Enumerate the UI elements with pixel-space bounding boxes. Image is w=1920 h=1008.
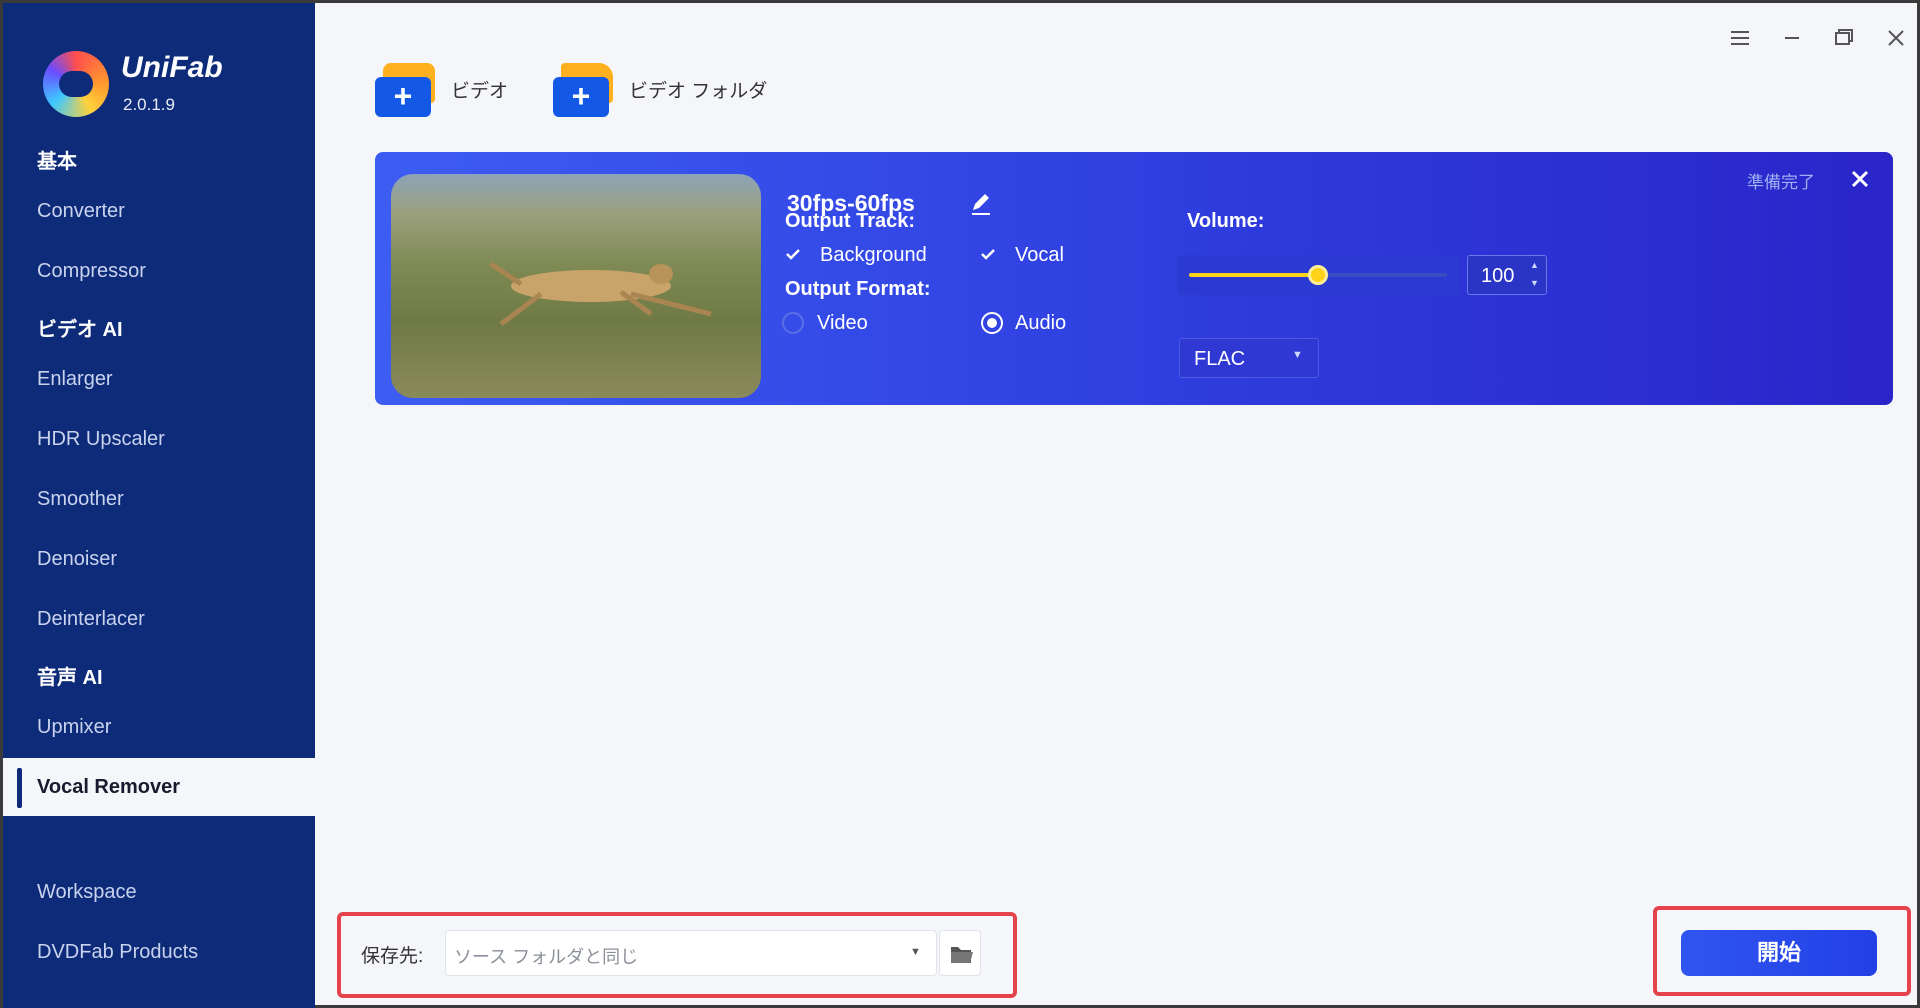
background-label: Background — [820, 244, 927, 266]
sidebar-item-compressor[interactable]: Compressor — [3, 242, 315, 300]
close-icon[interactable] — [1883, 27, 1909, 53]
sidebar-item-hdr-upscaler[interactable]: HDR Upscaler — [3, 410, 315, 468]
sidebar-item-converter[interactable]: Converter — [3, 182, 315, 240]
audio-format-value: FLAC — [1194, 348, 1246, 370]
section-audio-ai: 音声 AI — [37, 667, 103, 689]
status-text: 準備完了 — [1747, 173, 1815, 192]
background-checkbox[interactable] — [783, 244, 803, 264]
add-video-icon: + — [375, 61, 439, 117]
sidebar-item-deinterlacer[interactable]: Deinterlacer — [3, 590, 315, 648]
section-video-ai: ビデオ AI — [37, 319, 123, 341]
save-destination-select[interactable]: ソース フォルダと同じ ▼ — [445, 930, 937, 976]
save-destination-value: ソース フォルダと同じ — [454, 947, 639, 967]
sidebar-item-denoiser[interactable]: Denoiser — [3, 530, 315, 588]
browse-folder-button[interactable] — [939, 930, 981, 976]
section-basic: 基本 — [37, 151, 77, 173]
audio-format-label: Audio — [1015, 312, 1067, 334]
save-destination-label: 保存先: — [361, 946, 424, 967]
video-format-label: Video — [817, 312, 868, 334]
vocal-checkbox[interactable] — [978, 244, 998, 264]
app-name: UniFab — [121, 51, 223, 84]
volume-label: Volume: — [1187, 210, 1265, 232]
video-radio[interactable] — [782, 312, 804, 334]
restore-icon[interactable] — [1831, 27, 1857, 53]
sidebar: UniFab 2.0.1.9 基本 Converter Compressor ビ… — [3, 3, 315, 1008]
volume-slider-track — [1189, 265, 1447, 285]
task-card: 30fps-60fps Output Track: Background Voc… — [375, 152, 1893, 405]
add-folder-button[interactable]: + ビデオ フォルダ — [553, 61, 767, 117]
sidebar-item-upmixer[interactable]: Upmixer — [3, 698, 315, 756]
volume-slider[interactable] — [1177, 255, 1459, 295]
volume-value: 100 — [1481, 265, 1515, 287]
sidebar-item-smoother[interactable]: Smoother — [3, 470, 315, 528]
add-video-label: ビデオ — [451, 80, 509, 102]
add-folder-label: ビデオ フォルダ — [629, 80, 768, 102]
app-window: UniFab 2.0.1.9 基本 Converter Compressor ビ… — [0, 0, 1920, 1008]
output-track-label: Output Track: — [785, 210, 916, 232]
unifab-logo-icon — [43, 51, 109, 117]
sidebar-item-enlarger[interactable]: Enlarger — [3, 350, 315, 408]
start-button[interactable]: 開始 — [1681, 930, 1877, 976]
volume-down-icon[interactable]: ▼ — [1530, 278, 1539, 288]
volume-slider-fill — [1189, 273, 1318, 277]
volume-slider-thumb[interactable] — [1308, 265, 1328, 285]
volume-up-icon[interactable]: ▲ — [1530, 260, 1539, 270]
edit-icon[interactable] — [967, 190, 995, 218]
remove-task-icon[interactable] — [1847, 166, 1873, 192]
chevron-down-icon: ▼ — [910, 946, 921, 958]
volume-stepper[interactable]: 100 ▲ ▼ — [1467, 255, 1547, 295]
vocal-label: Vocal — [1015, 244, 1064, 266]
sidebar-item-vocal-remover[interactable]: Vocal Remover — [3, 758, 315, 816]
audio-radio[interactable] — [981, 312, 1003, 334]
chevron-down-icon: ▼ — [1292, 349, 1303, 361]
audio-format-select[interactable]: FLAC ▼ — [1179, 338, 1319, 378]
add-folder-icon: + — [553, 61, 617, 117]
output-format-label: Output Format: — [785, 278, 931, 300]
folder-icon — [951, 947, 973, 963]
sidebar-item-dvdfab-products[interactable]: DVDFab Products — [3, 923, 315, 981]
video-thumbnail — [391, 174, 761, 398]
app-version: 2.0.1.9 — [123, 95, 175, 114]
minimize-icon[interactable] — [1779, 27, 1805, 53]
sidebar-item-workspace[interactable]: Workspace — [3, 863, 315, 921]
add-video-button[interactable]: + ビデオ — [375, 61, 508, 117]
menu-icon[interactable] — [1727, 27, 1753, 53]
